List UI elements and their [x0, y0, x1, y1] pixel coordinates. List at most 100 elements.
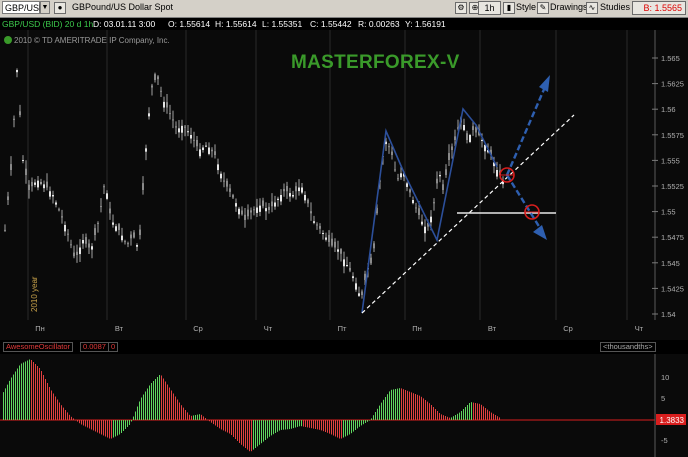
candle-body	[115, 226, 117, 231]
oscillator-bar	[175, 396, 176, 420]
oscillator-bar	[353, 420, 354, 432]
candle-body	[184, 126, 186, 128]
price-tick-label: 1.55	[661, 208, 676, 217]
candle-body	[418, 208, 420, 215]
candle-body	[142, 183, 144, 190]
candle-body	[79, 247, 81, 255]
oscillator-bar	[67, 412, 68, 420]
candle-body	[88, 243, 90, 248]
oscillator-bar	[133, 416, 134, 420]
candle-body	[202, 147, 204, 150]
lock-icon[interactable]: ●	[54, 2, 66, 14]
oscillator-bar	[421, 396, 422, 420]
oscillator-background	[0, 354, 688, 457]
day-label: Вт	[488, 324, 497, 333]
oscillator-bar	[117, 420, 118, 436]
candle-body	[127, 243, 129, 245]
oscillator-bar	[201, 414, 202, 420]
oscillator-name[interactable]: AwesomeOscillator	[3, 342, 74, 352]
oscillator-bar	[79, 420, 80, 424]
candle-body	[148, 113, 150, 117]
oscillator-bar	[185, 410, 186, 420]
awesome-oscillator-chart[interactable]: 1050-5 1.3833	[0, 354, 688, 457]
candle-body	[286, 185, 288, 192]
oscillator-bar	[179, 402, 180, 420]
oscillator-bar	[57, 399, 58, 420]
candle-body	[229, 188, 231, 192]
candle-body	[196, 139, 198, 147]
candle-body	[238, 208, 240, 215]
oscillator-bar	[465, 407, 466, 420]
oscillator-bar	[285, 420, 286, 430]
oscillator-bar	[491, 412, 492, 420]
oscillator-bar	[143, 394, 144, 420]
oscillator-bar	[53, 393, 54, 420]
candle-body	[172, 119, 174, 121]
symbol-dropdown-button[interactable]: ▼	[40, 1, 50, 14]
candle-body	[262, 200, 264, 207]
y-value: Y: 1.56191	[405, 19, 446, 29]
oscillator-bar	[423, 398, 424, 420]
open-value: O: 1.55614	[168, 19, 211, 29]
oscillator-bar	[499, 417, 500, 420]
studies-icon[interactable]: ∿	[586, 2, 598, 14]
oscillator-bar	[207, 419, 208, 421]
oscillator-header: AwesomeOscillator 0.0087 0 <thousandths>	[0, 340, 688, 354]
oscillator-bar	[359, 420, 360, 427]
chart-window: GBP/USD ▼ ● GBPound/US Dollar Spot ⚙ ⊕ 1…	[0, 0, 688, 457]
oscillator-bar	[13, 374, 14, 420]
oscillator-bar	[127, 420, 128, 427]
candle-body	[370, 257, 372, 264]
candle-body	[496, 170, 498, 177]
candle-body	[169, 113, 171, 115]
oscillator-bar	[7, 384, 8, 420]
price-tick-label: 1.5475	[661, 233, 684, 242]
candle-body	[31, 181, 33, 187]
oscillator-bar	[403, 389, 404, 420]
candle-body	[82, 240, 84, 244]
oscillator-bar	[395, 389, 396, 420]
oscillator-bar	[323, 420, 324, 432]
oscillator-bar	[393, 389, 394, 420]
oscillator-bar	[77, 420, 78, 422]
oscillator-bar	[31, 360, 32, 420]
candle-body	[133, 232, 135, 238]
price-chart[interactable]: 1.565 1.5625 1.56 1.5575 1.555 1.5525 1.55 1.54…	[0, 30, 688, 340]
candle-body	[268, 206, 270, 210]
candle-body	[145, 148, 147, 152]
oscillator-bar	[375, 412, 376, 420]
studies-menu[interactable]: Studies	[600, 2, 630, 12]
oscillator-bar	[461, 411, 462, 420]
drawings-menu[interactable]: Drawings	[550, 2, 588, 12]
candle-body	[73, 252, 75, 257]
oscillator-bar	[205, 418, 206, 420]
candle-body	[109, 208, 111, 214]
oscillator-bar	[125, 420, 126, 429]
oscillator-bar	[259, 420, 260, 445]
oscillator-bar	[109, 420, 110, 439]
style-icon[interactable]: ▮	[503, 2, 515, 14]
settings-icon[interactable]: ⚙	[455, 2, 467, 14]
oscillator-bar	[105, 420, 106, 437]
style-menu[interactable]: Style	[516, 2, 536, 12]
price-tick-label: 1.5575	[661, 131, 684, 140]
oscillator-bar	[9, 380, 10, 420]
drawings-icon[interactable]: ✎	[537, 2, 549, 14]
oscillator-bar	[51, 390, 52, 420]
candle-body	[100, 206, 102, 208]
day-label: Чт	[635, 324, 644, 333]
candle-body	[331, 238, 333, 246]
candle-body	[70, 244, 72, 246]
candle-body	[337, 249, 339, 252]
oscillator-bar	[463, 409, 464, 420]
symbol-input[interactable]: GBP/USD	[2, 1, 46, 14]
oscillator-bar	[301, 420, 302, 427]
low-value: L: 1.55351	[262, 19, 303, 29]
oscillator-bar	[275, 420, 276, 433]
candle-body	[421, 221, 423, 225]
candle-body	[472, 126, 474, 130]
candle-body	[205, 145, 207, 147]
oscillator-bar	[485, 408, 486, 420]
period-button[interactable]: 1h	[478, 1, 501, 15]
candle-body	[151, 85, 153, 88]
